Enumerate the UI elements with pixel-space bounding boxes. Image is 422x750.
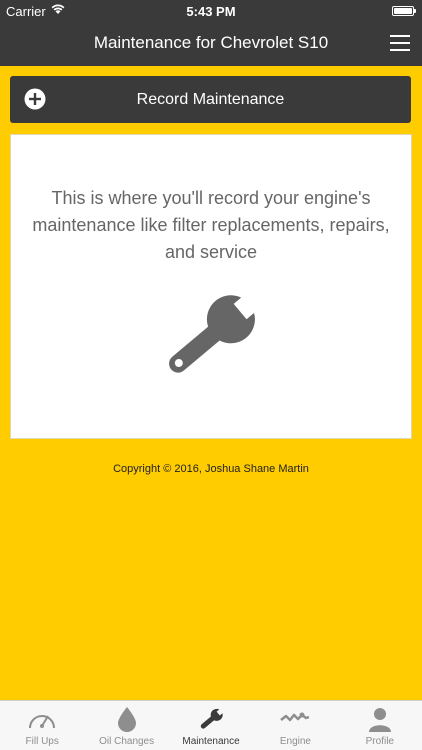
wrench-icon <box>169 292 261 373</box>
tab-label: Profile <box>365 736 394 747</box>
gauge-icon <box>29 715 56 729</box>
wrench-icon <box>200 708 224 729</box>
battery-icon <box>392 6 416 16</box>
tab-label: Oil Changes <box>99 736 155 747</box>
tab-bar: Fill Ups Oil Changes Maintenance Engine … <box>0 700 422 750</box>
oil-drop-icon <box>117 707 136 732</box>
tab-label: Engine <box>279 736 311 747</box>
tab-label: Maintenance <box>182 736 240 747</box>
page-title: Maintenance for Chevrolet S10 <box>93 33 329 52</box>
tab-label: Fill Ups <box>25 736 59 747</box>
tab-maintenance[interactable]: Maintenance <box>169 701 253 750</box>
record-maintenance-button[interactable]: Record Maintenance <box>10 76 411 123</box>
tab-fill-ups[interactable]: Fill Ups <box>0 701 84 750</box>
record-maintenance-label: Record Maintenance <box>136 91 285 108</box>
content-area: Record Maintenance This is where you'll … <box>0 66 422 700</box>
tab-profile[interactable]: Profile <box>338 701 422 750</box>
tab-oil-changes[interactable]: Oil Changes <box>84 701 168 750</box>
hamburger-menu-icon[interactable] <box>390 35 410 51</box>
empty-state-card: This is where you'll record your engine'… <box>10 134 412 439</box>
status-bar: Carrier 5:43 PM <box>0 0 422 22</box>
person-icon <box>368 708 391 732</box>
empty-state-message: This is where you'll record your engine'… <box>32 188 390 262</box>
tab-engine[interactable]: Engine <box>253 701 337 750</box>
clock: 5:43 PM <box>186 4 236 19</box>
copyright-text: Copyright © 2016, Joshua Shane Martin <box>113 463 309 475</box>
top-bar: Carrier 5:43 PM Maintenance for Chevrole… <box>0 0 422 66</box>
engine-icon <box>280 712 310 722</box>
